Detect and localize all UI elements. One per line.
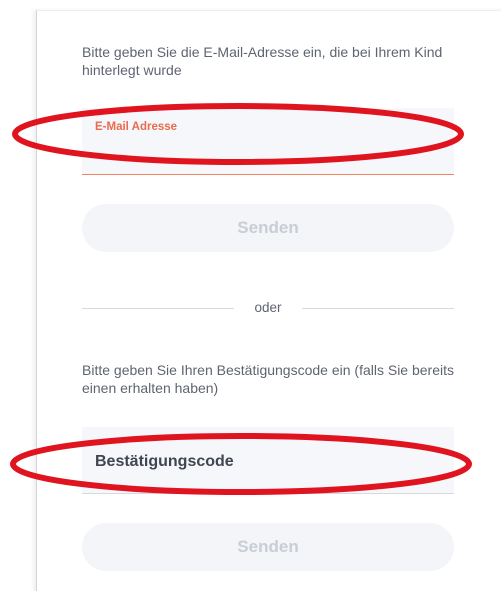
email-field[interactable]: E-Mail Adresse bbox=[82, 108, 454, 175]
or-divider: oder bbox=[82, 299, 454, 317]
email-field-label: E-Mail Adresse bbox=[95, 121, 178, 133]
send-email-button[interactable]: Senden bbox=[82, 204, 454, 252]
divider-line-right bbox=[302, 308, 454, 309]
email-input[interactable] bbox=[94, 140, 442, 164]
page: Bitte geben Sie die E-Mail-Adresse ein, … bbox=[0, 0, 501, 591]
email-instruction: Bitte geben Sie die E-Mail-Adresse ein, … bbox=[82, 44, 443, 78]
confirmation-code-input[interactable] bbox=[82, 427, 458, 495]
code-instruction: Bitte geben Sie Ihren Bestätigungscode e… bbox=[82, 362, 455, 396]
send-code-button[interactable]: Senden bbox=[82, 523, 454, 571]
confirmation-code-field[interactable]: Bestätigungscode bbox=[82, 427, 458, 495]
